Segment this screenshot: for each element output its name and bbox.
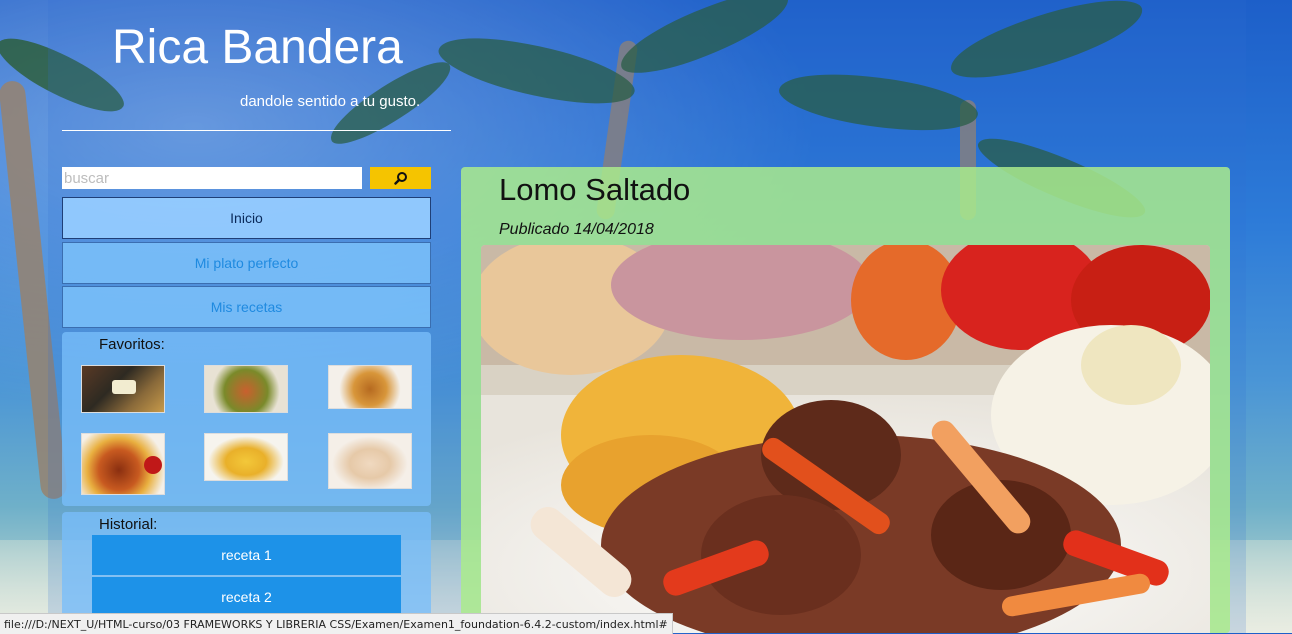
favorites-panel: Favoritos: (62, 332, 431, 506)
favorite-thumbnail-4[interactable] (81, 433, 165, 495)
history-item-2[interactable]: receta 2 (92, 577, 401, 617)
favorite-thumbnail-3[interactable] (328, 365, 412, 409)
search-button[interactable] (370, 167, 431, 189)
nav-item-label: Mis recetas (210, 299, 283, 315)
dish-photo (481, 245, 1210, 633)
search-input[interactable] (62, 167, 362, 189)
search-bar (62, 167, 431, 189)
favorite-thumbnail-5[interactable] (204, 433, 288, 481)
favorite-thumbnail-2[interactable] (204, 365, 288, 413)
nav-item-inicio[interactable]: Inicio (62, 197, 431, 239)
header-divider (62, 130, 451, 131)
article-date: Publicado 14/04/2018 (499, 221, 654, 238)
history-label: Historial: (99, 516, 158, 533)
nav-item-mi-plato-perfecto[interactable]: Mi plato perfecto (62, 242, 431, 284)
favorite-thumbnail-1[interactable] (81, 365, 165, 413)
nav-item-mis-recetas[interactable]: Mis recetas (62, 286, 431, 328)
history-item-1[interactable]: receta 1 (92, 535, 401, 575)
favorite-thumbnail-6[interactable] (328, 433, 412, 489)
article-title: Lomo Saltado (499, 172, 691, 207)
site-title: Rica Bandera (112, 21, 403, 74)
nav-item-label: Mi plato perfecto (194, 255, 299, 271)
lomo-saltado-image (481, 245, 1210, 633)
browser-status-bar: file:///D:/NEXT_U/HTML-curso/03 FRAMEWOR… (0, 613, 673, 634)
search-icon (393, 172, 407, 185)
site-subtitle: dandole sentido a tu gusto. (240, 93, 421, 110)
article-panel: Lomo Saltado Publicado 14/04/2018 (461, 167, 1230, 633)
nav-item-label: Inicio (230, 210, 263, 226)
favorites-label: Favoritos: (99, 336, 165, 353)
